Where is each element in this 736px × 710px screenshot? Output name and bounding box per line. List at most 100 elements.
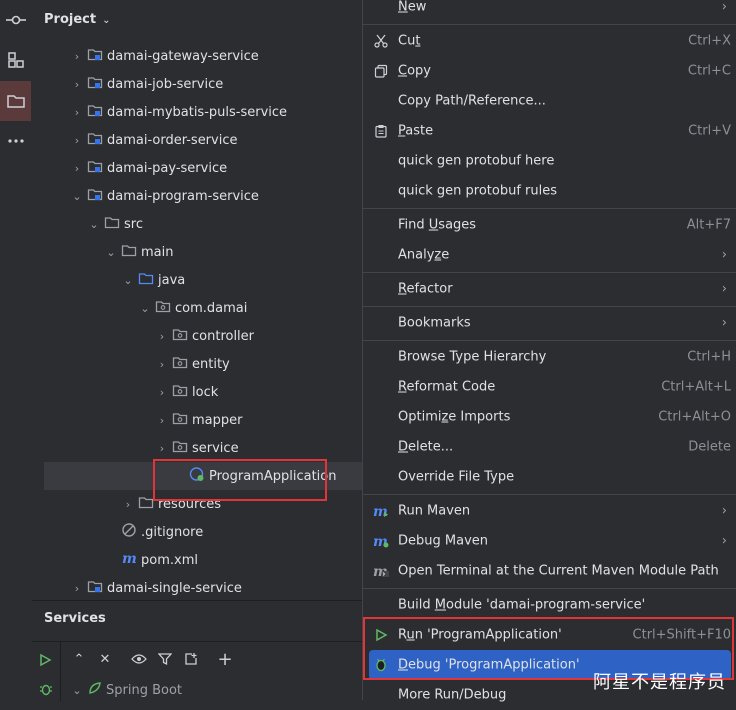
source-folder-icon <box>138 270 154 290</box>
filter-icon[interactable] <box>156 650 174 668</box>
maven-debug-icon: m <box>373 533 389 549</box>
folder-icon <box>104 214 120 234</box>
chevron-down-icon[interactable]: ⌄ <box>72 190 82 203</box>
project-folder-icon[interactable] <box>0 81 31 121</box>
chevron-right-icon[interactable]: › <box>72 78 82 91</box>
svg-text:m: m <box>122 551 137 566</box>
chevron-right-icon[interactable]: › <box>72 50 82 63</box>
menu-item-shortcut: Delete <box>688 439 731 455</box>
tree-node-damai-pay-service[interactable]: › damai-pay-service <box>72 154 227 182</box>
menu-item-reformat-code[interactable]: Reformat Code Ctrl+Alt+L <box>363 372 736 402</box>
tree-node-damai-gateway-service[interactable]: › damai-gateway-service <box>72 42 259 70</box>
tree-node-controller[interactable]: › controller <box>157 322 254 350</box>
expand-all-icon[interactable]: ⌃ <box>70 650 88 668</box>
chevron-right-icon[interactable]: › <box>72 162 82 175</box>
tree-node-pom-xml[interactable]: m pom.xml <box>106 546 198 574</box>
menu-separator <box>363 272 736 273</box>
add-icon[interactable]: + <box>216 649 234 670</box>
chevron-right-icon[interactable]: › <box>157 414 167 427</box>
tree-node-label: java <box>158 272 186 288</box>
tree-node-lock[interactable]: › lock <box>157 378 218 406</box>
menu-item-copy[interactable]: Copy Ctrl+C <box>363 56 736 86</box>
menu-item-open-terminal-at-the-current-maven-module-path[interactable]: m Open Terminal at the Current Maven Modu… <box>363 556 736 586</box>
menu-item-paste[interactable]: Paste Ctrl+V <box>363 116 736 146</box>
chevron-right-icon: › <box>721 281 727 297</box>
menu-item-quick-gen-protobuf-here[interactable]: quick gen protobuf here <box>363 146 736 176</box>
menu-item-bookmarks[interactable]: Bookmarks › <box>363 308 736 338</box>
chevron-right-icon[interactable]: › <box>157 386 167 399</box>
menu-item-find-usages[interactable]: Find Usages Alt+F7 <box>363 210 736 240</box>
tree-node-src[interactable]: ⌄ src <box>89 210 143 238</box>
services-side-toolbar <box>32 641 61 701</box>
tree-node-label: mapper <box>192 412 243 428</box>
services-spring-boot-row[interactable]: ⌄ Spring Boot <box>72 681 182 699</box>
menu-item-label: Refactor <box>398 281 453 297</box>
tree-node-com-damai[interactable]: ⌄ com.damai <box>140 294 247 322</box>
menu-item-label: quick gen protobuf rules <box>398 183 558 199</box>
tree-node-damai-mybatis-puls-service[interactable]: › damai-mybatis-puls-service <box>72 98 287 126</box>
chevron-right-icon[interactable]: › <box>157 358 167 371</box>
tree-node-mapper[interactable]: › mapper <box>157 406 243 434</box>
tree-node-label: .gitignore <box>141 524 204 540</box>
tree-node-gitignore[interactable]: .gitignore <box>106 518 203 546</box>
menu-item-label: New <box>398 0 427 15</box>
chevron-right-icon[interactable]: › <box>123 498 133 511</box>
chevron-right-icon[interactable]: › <box>72 134 82 147</box>
tree-node-label: src <box>124 216 143 232</box>
structure-icon[interactable] <box>2 46 30 74</box>
menu-item-label: Copy <box>398 63 431 79</box>
menu-item-override-file-type[interactable]: Override File Type <box>363 462 736 492</box>
tree-node-label: service <box>192 440 239 456</box>
chevron-right-icon[interactable]: › <box>157 330 167 343</box>
module-folder-icon <box>87 74 103 94</box>
package-icon <box>172 382 188 402</box>
tool-strip <box>0 0 33 700</box>
menu-item-label: Delete... <box>398 439 454 455</box>
menu-item-optimize-imports[interactable]: Optimize Imports Ctrl+Alt+O <box>363 402 736 432</box>
chevron-down-icon[interactable]: ⌄ <box>140 302 150 315</box>
tree-node-damai-single-service[interactable]: › damai-single-service <box>72 574 242 602</box>
chevron-down-icon[interactable]: ⌄ <box>89 218 99 231</box>
eye-icon[interactable] <box>130 650 148 668</box>
tree-node-label: main <box>141 244 174 260</box>
collapse-all-icon[interactable]: ✕ <box>96 650 114 668</box>
tree-node-label: damai-order-service <box>107 132 238 148</box>
menu-item-delete[interactable]: Delete... Delete <box>363 432 736 462</box>
commit-icon[interactable] <box>2 6 30 34</box>
new-tab-icon[interactable] <box>182 650 200 668</box>
menu-item-build-module-damai-program-service[interactable]: Build Module 'damai-program-service' <box>363 590 736 620</box>
menu-item-run-maven[interactable]: m Run Maven › <box>363 496 736 526</box>
menu-item-quick-gen-protobuf-rules[interactable]: quick gen protobuf rules <box>363 176 736 206</box>
tree-node-damai-program-service[interactable]: ⌄ damai-program-service <box>72 182 259 210</box>
menu-item-analyze[interactable]: Analyze › <box>363 240 736 270</box>
menu-item-new[interactable]: New › <box>363 0 736 22</box>
run-icon[interactable] <box>38 653 52 671</box>
chevron-down-icon[interactable]: ⌄ <box>123 274 133 287</box>
menu-separator <box>363 208 736 209</box>
tree-node-entity[interactable]: › entity <box>157 350 230 378</box>
chevron-right-icon[interactable]: › <box>72 582 82 595</box>
menu-item-browse-type-hierarchy[interactable]: Browse Type Hierarchy Ctrl+H <box>363 342 736 372</box>
menu-item-cut[interactable]: Cut Ctrl+X <box>363 26 736 56</box>
tree-node-main[interactable]: ⌄ main <box>106 238 173 266</box>
module-folder-icon <box>87 46 103 66</box>
menu-item-shortcut: Ctrl+Alt+O <box>658 409 731 425</box>
menu-item-debug-maven[interactable]: m Debug Maven › <box>363 526 736 556</box>
tree-node-damai-order-service[interactable]: › damai-order-service <box>72 126 238 154</box>
tree-node-damai-job-service[interactable]: › damai-job-service <box>72 70 223 98</box>
menu-item-shortcut: Alt+F7 <box>686 217 731 233</box>
more-icon[interactable] <box>2 127 30 155</box>
tree-node-service[interactable]: › service <box>157 434 239 462</box>
menu-item-label: Open Terminal at the Current Maven Modul… <box>398 563 719 579</box>
project-title[interactable]: Project ⌄ <box>44 12 110 27</box>
chevron-down-icon[interactable]: ⌄ <box>106 246 116 259</box>
menu-item-shortcut: Ctrl+V <box>688 123 731 139</box>
menu-item-copy-path-reference[interactable]: Copy Path/Reference... <box>363 86 736 116</box>
chevron-right-icon[interactable]: › <box>72 106 82 119</box>
menu-item-refactor[interactable]: Refactor › <box>363 274 736 304</box>
debug-bug-icon[interactable] <box>38 681 54 701</box>
chevron-right-icon[interactable]: › <box>157 442 167 455</box>
tree-node-java[interactable]: ⌄ java <box>123 266 185 294</box>
tree-node-label: damai-mybatis-puls-service <box>107 104 288 120</box>
module-folder-icon <box>87 578 103 598</box>
